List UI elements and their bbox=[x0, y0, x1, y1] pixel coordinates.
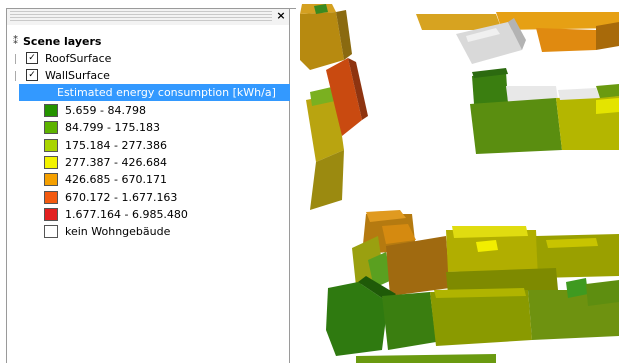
building bbox=[300, 12, 344, 70]
legend-swatch bbox=[44, 138, 58, 152]
tree-connector bbox=[15, 71, 16, 81]
legend-item: 670.172 - 1.677.163 bbox=[7, 190, 287, 205]
legend-item: 175.184 - 277.386 bbox=[7, 138, 287, 153]
building bbox=[536, 28, 596, 52]
legend-label: 175.184 - 277.386 bbox=[65, 138, 167, 152]
tree-item-label: RoofSurface bbox=[45, 52, 112, 65]
building bbox=[470, 98, 562, 154]
legend-item: 426.685 - 670.171 bbox=[7, 172, 287, 187]
building bbox=[476, 240, 498, 252]
legend-item: 5.659 - 84.798 bbox=[7, 103, 287, 118]
panel-titlebar[interactable]: × bbox=[7, 9, 289, 25]
buildings-render bbox=[300, 4, 619, 363]
roofsurface-checkbox[interactable]: ✓ bbox=[26, 52, 38, 64]
tree-item-label: WallSurface bbox=[45, 69, 110, 82]
scene-layers-panel: × ⁑ Scene layers ✓ RoofSurface ✓ WallSur… bbox=[6, 8, 290, 363]
tree-connector bbox=[15, 54, 16, 64]
legend-item: 277.387 - 426.684 bbox=[7, 155, 287, 170]
legend-item: kein Wohngebäude bbox=[7, 224, 287, 239]
tree-root-label: Scene layers bbox=[23, 35, 102, 48]
legend-swatch bbox=[44, 207, 58, 221]
tree-item-energy-consumption[interactable]: Estimated energy consumption [kWh/a] bbox=[19, 84, 290, 101]
legend-label: 84.799 - 175.183 bbox=[65, 121, 160, 135]
building bbox=[558, 88, 600, 100]
legend-swatch bbox=[44, 104, 58, 117]
building bbox=[310, 150, 344, 210]
building bbox=[596, 98, 619, 114]
building bbox=[452, 226, 528, 238]
building bbox=[596, 22, 619, 50]
legend-item: 84.799 - 175.183 bbox=[7, 120, 287, 135]
close-button[interactable]: × bbox=[275, 9, 287, 23]
building bbox=[356, 354, 496, 363]
3d-scene-view[interactable] bbox=[296, 0, 619, 363]
legend-swatch bbox=[44, 173, 58, 187]
legend-label: 670.172 - 1.677.163 bbox=[65, 190, 178, 204]
legend-swatch bbox=[44, 225, 58, 239]
legend-item: 1.677.164 - 6.985.480 bbox=[7, 207, 287, 222]
drag-grip-icon[interactable] bbox=[10, 11, 272, 21]
legend-label: 277.387 - 426.684 bbox=[65, 155, 167, 169]
legend-label: 5.659 - 84.798 bbox=[65, 104, 146, 117]
building bbox=[382, 292, 436, 350]
legend-label: kein Wohngebäude bbox=[65, 225, 171, 239]
tree-item-label: Estimated energy consumption [kWh/a] bbox=[57, 86, 276, 99]
building bbox=[386, 236, 450, 296]
legend-label: 1.677.164 - 6.985.480 bbox=[65, 207, 188, 221]
legend-swatch bbox=[44, 155, 58, 169]
building bbox=[596, 84, 619, 98]
wallsurface-checkbox[interactable]: ✓ bbox=[26, 69, 38, 81]
building bbox=[586, 280, 619, 306]
legend-swatch bbox=[44, 121, 58, 135]
legend-label: 426.685 - 670.171 bbox=[65, 173, 167, 187]
legend-swatch bbox=[44, 190, 58, 204]
pin-icon: ⁑ bbox=[13, 36, 18, 47]
building bbox=[430, 290, 532, 346]
